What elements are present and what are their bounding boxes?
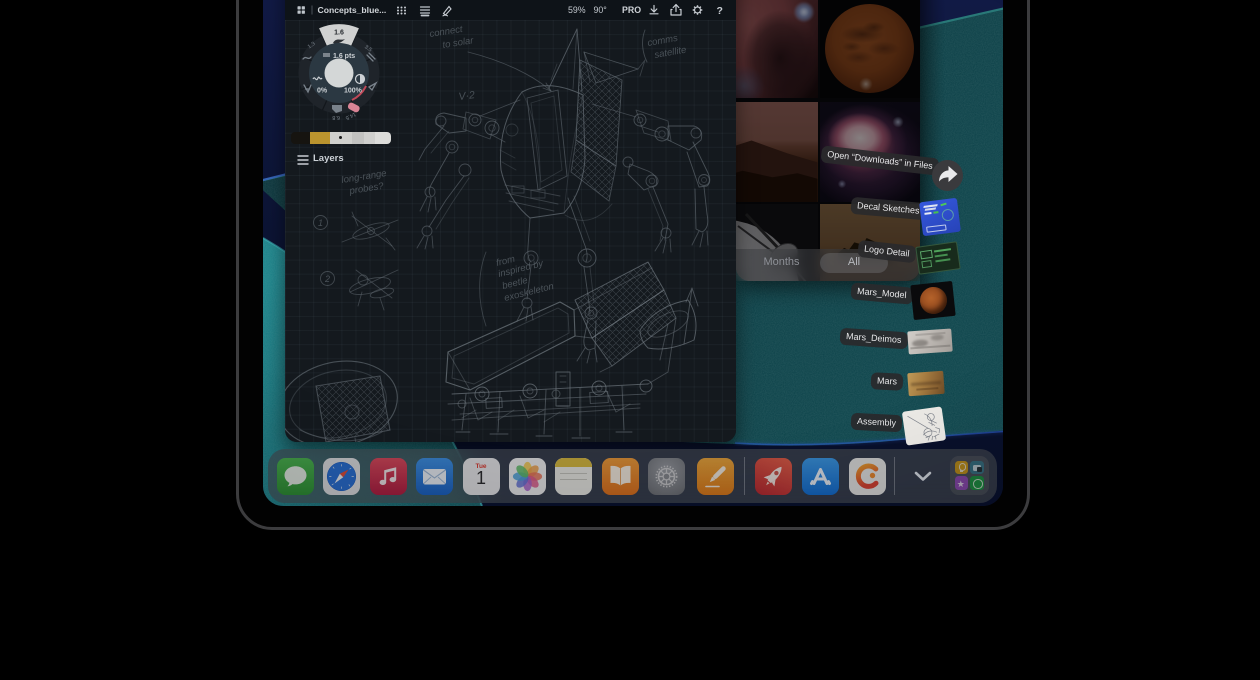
svg-text:to solar: to solar bbox=[442, 35, 475, 51]
svg-text:?: ? bbox=[717, 5, 723, 17]
svg-text:1: 1 bbox=[318, 218, 323, 228]
svg-text:PRO: PRO bbox=[622, 5, 641, 15]
svg-text:V·2: V·2 bbox=[458, 89, 476, 103]
svg-text:59%: 59% bbox=[568, 5, 586, 15]
svg-text:1.6: 1.6 bbox=[334, 30, 344, 37]
svg-text:2: 2 bbox=[324, 274, 330, 284]
svg-text:0%: 0% bbox=[317, 88, 328, 95]
svg-text:100%: 100% bbox=[344, 88, 363, 95]
svg-text:6.8: 6.8 bbox=[332, 114, 340, 120]
svg-text:1.6 pts: 1.6 pts bbox=[333, 53, 355, 60]
svg-text:90°: 90° bbox=[594, 5, 607, 15]
